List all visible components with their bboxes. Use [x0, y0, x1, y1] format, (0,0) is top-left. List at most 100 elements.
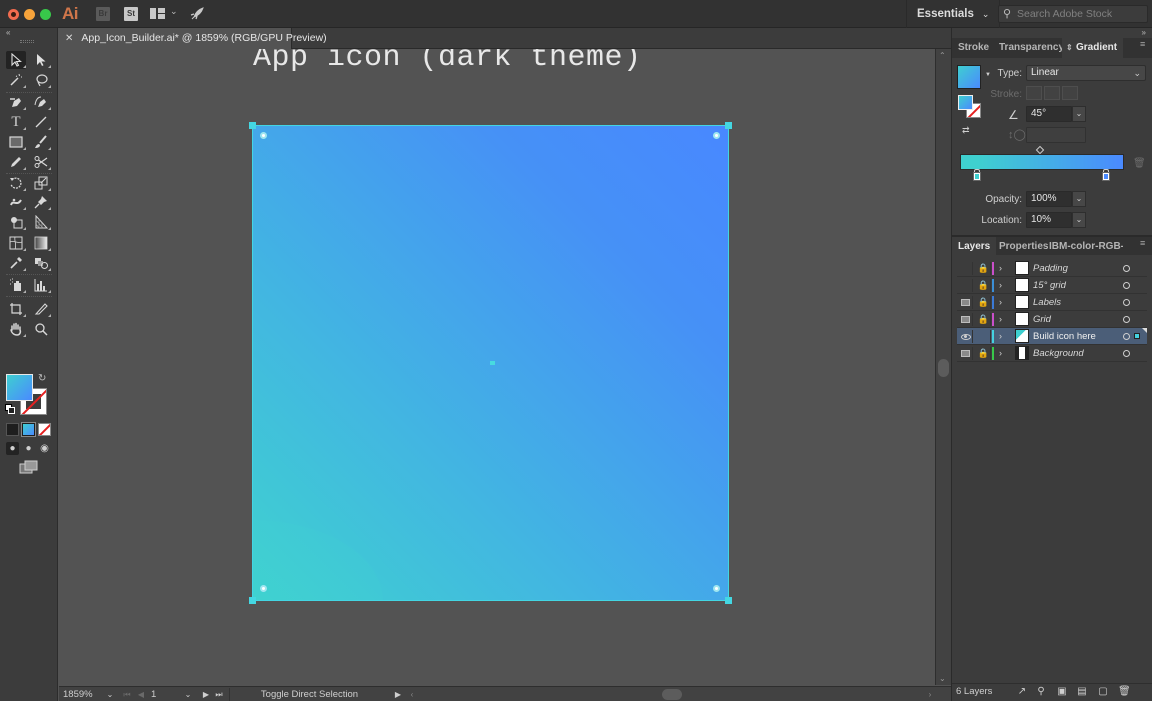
- tab-transparency[interactable]: Transparency: [993, 38, 1070, 58]
- draw-behind-button[interactable]: ●: [22, 442, 35, 455]
- panel-menu-icon[interactable]: ≡: [1140, 239, 1149, 251]
- gradient-rectangle[interactable]: [252, 125, 729, 601]
- layer-row[interactable]: 🔒 › Labels: [957, 294, 1147, 311]
- gradient-midpoint-handle[interactable]: [1035, 145, 1045, 155]
- arrange-documents-icon[interactable]: [150, 8, 165, 19]
- selection-indicator[interactable]: [1134, 333, 1140, 339]
- rectangle-tool[interactable]: [6, 133, 26, 151]
- symbol-sprayer-tool[interactable]: [6, 276, 26, 294]
- scroll-right-icon[interactable]: ›: [925, 688, 935, 701]
- panel-grip[interactable]: [20, 40, 34, 43]
- tab-ibm-color[interactable]: IBM-color-RGB-H: [1043, 237, 1123, 257]
- eyedropper-tool[interactable]: [6, 254, 26, 272]
- fill-color-swatch[interactable]: [6, 374, 33, 401]
- visibility-toggle[interactable]: [959, 279, 973, 292]
- color-mode-button[interactable]: [6, 423, 19, 436]
- gradient-type-select[interactable]: Linear ⌄: [1026, 65, 1146, 81]
- stock-search-box[interactable]: ⚲: [998, 5, 1148, 23]
- center-point[interactable]: [490, 361, 495, 365]
- reverse-gradient-icon[interactable]: ⇄: [962, 125, 976, 139]
- tab-stroke[interactable]: Stroke: [952, 38, 995, 58]
- horizontal-scroll-thumb[interactable]: [662, 689, 682, 700]
- gradient-swatch[interactable]: [957, 65, 981, 89]
- scroll-thumb[interactable]: [938, 359, 949, 377]
- live-corner-widget[interactable]: [260, 585, 267, 592]
- line-segment-tool[interactable]: [31, 113, 51, 131]
- tab-layers[interactable]: Layers: [952, 237, 997, 257]
- zoom-dropdown-icon[interactable]: ⌄: [103, 688, 117, 701]
- live-corner-widget[interactable]: [713, 585, 720, 592]
- artboard-dropdown-icon[interactable]: ⌄: [181, 688, 195, 701]
- draw-normal-button[interactable]: ●: [6, 442, 19, 455]
- lock-icon[interactable]: 🔒: [977, 279, 991, 292]
- layer-name[interactable]: Labels: [1033, 294, 1061, 311]
- gradient-tool[interactable]: [31, 234, 51, 252]
- canvas[interactable]: App icon (dark theme): [59, 49, 935, 685]
- default-fill-stroke-icon[interactable]: [5, 404, 15, 414]
- screen-mode-icon[interactable]: [19, 460, 39, 474]
- lock-icon[interactable]: 🔒: [977, 296, 991, 309]
- none-mode-button[interactable]: [38, 423, 51, 436]
- target-icon[interactable]: [1123, 282, 1130, 289]
- locate-object-icon[interactable]: ⚲: [1035, 686, 1047, 698]
- artboard-number-field[interactable]: 1: [151, 688, 181, 701]
- mesh-tool[interactable]: [6, 234, 26, 252]
- scroll-up-icon[interactable]: ⌃: [939, 51, 946, 60]
- live-corner-widget[interactable]: [260, 132, 267, 139]
- perspective-grid-tool[interactable]: [31, 213, 51, 231]
- layer-row[interactable]: 🔒 › Grid: [957, 311, 1147, 328]
- status-text[interactable]: Toggle Direct Selection: [229, 688, 389, 701]
- swap-fill-stroke-icon[interactable]: ↻: [38, 373, 46, 384]
- zoom-level-field[interactable]: 1859%: [63, 688, 108, 701]
- column-graph-tool[interactable]: [31, 276, 51, 294]
- document-tab[interactable]: ✕ App_Icon_Builder.ai* @ 1859% (RGB/GPU P…: [59, 28, 327, 49]
- gradient-mode-button[interactable]: [21, 422, 36, 437]
- lock-icon[interactable]: [977, 330, 991, 343]
- layer-row[interactable]: 🔒 › 15° grid: [957, 277, 1147, 294]
- anchor-point[interactable]: [249, 597, 256, 604]
- chevron-right-icon[interactable]: ›: [999, 346, 1002, 361]
- gradient-swatch-dropdown-icon[interactable]: ▼: [985, 72, 991, 78]
- scissors-tool[interactable]: [31, 153, 51, 171]
- curvature-tool[interactable]: [31, 93, 51, 111]
- eye-icon[interactable]: [959, 330, 973, 343]
- scale-tool[interactable]: [31, 174, 51, 192]
- lock-icon[interactable]: 🔒: [977, 347, 991, 360]
- blend-tool[interactable]: [31, 254, 51, 272]
- tab-gradient[interactable]: ⇕ Gradient: [1062, 38, 1124, 58]
- gradient-slider[interactable]: [960, 154, 1124, 170]
- pin-tool[interactable]: [31, 193, 51, 211]
- layer-row[interactable]: 🔒 › Background: [957, 345, 1147, 362]
- gradient-stop[interactable]: [1102, 169, 1110, 181]
- pencil-tool[interactable]: [6, 153, 26, 171]
- target-icon[interactable]: [1123, 316, 1130, 323]
- draw-inside-button[interactable]: ◉: [38, 442, 51, 455]
- scroll-left-icon[interactable]: ‹: [407, 688, 417, 701]
- first-artboard-icon[interactable]: ⏮: [122, 688, 132, 701]
- zoom-tool[interactable]: [31, 320, 51, 338]
- gradient-stop[interactable]: [973, 169, 981, 181]
- slice-tool[interactable]: [31, 300, 51, 318]
- visibility-toggle[interactable]: [959, 296, 973, 309]
- visibility-toggle[interactable]: [959, 313, 973, 326]
- gradient-fill-indicator[interactable]: [958, 95, 973, 110]
- location-field[interactable]: 10%: [1026, 212, 1072, 228]
- layer-name[interactable]: Padding: [1033, 260, 1068, 277]
- angle-dropdown-icon[interactable]: ⌄: [1072, 106, 1086, 122]
- layer-row[interactable]: › Build icon here: [957, 328, 1147, 345]
- selection-tool[interactable]: [6, 51, 26, 69]
- chevron-right-icon[interactable]: ›: [999, 295, 1002, 310]
- previous-artboard-icon[interactable]: ◀: [136, 688, 146, 701]
- shape-builder-tool[interactable]: [6, 213, 26, 231]
- paintbrush-tool[interactable]: [31, 133, 51, 151]
- chevron-right-icon[interactable]: ›: [999, 329, 1002, 344]
- new-sublayer-icon[interactable]: ▤: [1076, 686, 1088, 698]
- artboard-tool[interactable]: [6, 300, 26, 318]
- opacity-dropdown-icon[interactable]: ⌄: [1072, 191, 1086, 207]
- target-icon[interactable]: [1123, 299, 1130, 306]
- lock-icon[interactable]: 🔒: [977, 262, 991, 275]
- collapse-dock-icon[interactable]: »: [1142, 28, 1146, 37]
- chevron-right-icon[interactable]: ›: [999, 312, 1002, 327]
- next-artboard-icon[interactable]: ▶: [201, 688, 211, 701]
- window-close-button[interactable]: [8, 9, 19, 20]
